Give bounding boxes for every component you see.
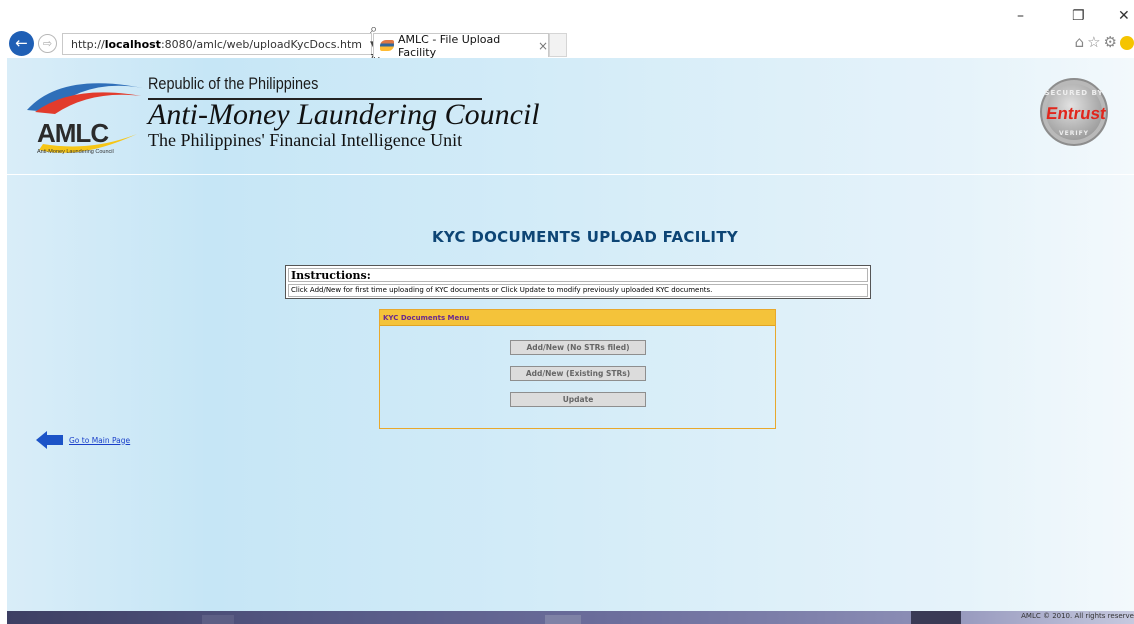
entrust-seal[interactable]: SECURED BY Entrust VERIFY bbox=[1040, 78, 1108, 146]
restore-button[interactable]: ❐ bbox=[1072, 8, 1085, 24]
address-bar[interactable]: http://localhost:8080/amlc/web/uploadKyc… bbox=[62, 22, 381, 67]
back-button[interactable]: ← bbox=[9, 31, 34, 56]
tools-icons[interactable]: ⌂☆⚙ bbox=[1075, 33, 1120, 51]
page-content: AMLC Anti-Money Laundering Council Repub… bbox=[7, 58, 1134, 611]
back-arrow-icon[interactable] bbox=[36, 431, 63, 449]
tab-amlc-file-upload[interactable]: AMLC - File Upload Facility × bbox=[373, 32, 549, 59]
tab-title: AMLC - File Upload Facility bbox=[398, 32, 501, 59]
header-fiu-tagline: The Philippines' Financial Intelligence … bbox=[148, 130, 463, 150]
address-url: http://localhost:8080/amlc/web/uploadKyc… bbox=[71, 37, 362, 51]
new-tab-button[interactable] bbox=[549, 33, 567, 57]
browser-tools: ⌂☆⚙ bbox=[1075, 33, 1134, 51]
seal-top-text: SECURED BY bbox=[1044, 89, 1104, 97]
header-separator bbox=[7, 174, 1134, 175]
site-header: AMLC Anti-Money Laundering Council Repub… bbox=[7, 58, 1134, 173]
minimize-button[interactable]: – bbox=[1017, 8, 1024, 24]
add-new-no-strs-button[interactable]: Add/New (No STRs filed) bbox=[510, 340, 646, 355]
taskbar-item[interactable] bbox=[545, 615, 581, 624]
taskbar: AMLC © 2010. All rights reserve bbox=[7, 611, 1134, 624]
tab-favicon-icon bbox=[380, 40, 395, 51]
feedback-smiley-icon[interactable] bbox=[1120, 35, 1134, 50]
kyc-documents-menu: KYC Documents Menu Add/New (No STRs file… bbox=[379, 309, 776, 429]
forward-button[interactable]: ⇨ bbox=[38, 34, 57, 53]
amlc-logo: AMLC Anti-Money Laundering Council bbox=[21, 70, 147, 162]
page-title: KYC DOCUMENTS UPLOAD FACILITY bbox=[431, 228, 739, 246]
logo-subtext: Anti-Money Laundering Council bbox=[37, 149, 114, 155]
update-button[interactable]: Update bbox=[510, 392, 646, 407]
tab-close-icon[interactable]: × bbox=[538, 39, 548, 53]
add-new-existing-strs-button[interactable]: Add/New (Existing STRs) bbox=[510, 366, 646, 381]
back-arrow-icon: ← bbox=[15, 34, 28, 52]
instructions-text: Click Add/New for first time uploading o… bbox=[288, 284, 868, 297]
browser-chrome: – ❐ ✕ ← ⇨ http://localhost:8080/amlc/web… bbox=[0, 0, 1134, 67]
logo-text: AMLC bbox=[37, 118, 109, 148]
header-council-name: Anti-Money Laundering Council bbox=[148, 98, 540, 131]
go-to-main-page-link[interactable]: Go to Main Page bbox=[69, 436, 130, 445]
copyright-text: AMLC © 2010. All rights reserve bbox=[1021, 612, 1134, 620]
seal-bottom-text: VERIFY bbox=[1058, 130, 1090, 137]
taskbar-item[interactable] bbox=[911, 611, 961, 624]
go-to-main-page[interactable]: Go to Main Page bbox=[36, 431, 130, 449]
taskbar-item[interactable] bbox=[202, 615, 234, 624]
close-window-button[interactable]: ✕ bbox=[1118, 8, 1130, 24]
forward-arrow-icon: ⇨ bbox=[42, 37, 53, 50]
instructions-box: Instructions: Click Add/New for first ti… bbox=[285, 265, 871, 299]
instructions-label: Instructions: bbox=[288, 268, 868, 282]
header-republic: Republic of the Philippines bbox=[148, 74, 319, 93]
seal-brand: Entrust bbox=[1044, 104, 1108, 123]
screen: – ❐ ✕ ← ⇨ http://localhost:8080/amlc/web… bbox=[0, 0, 1134, 624]
menu-title: KYC Documents Menu bbox=[380, 310, 775, 326]
